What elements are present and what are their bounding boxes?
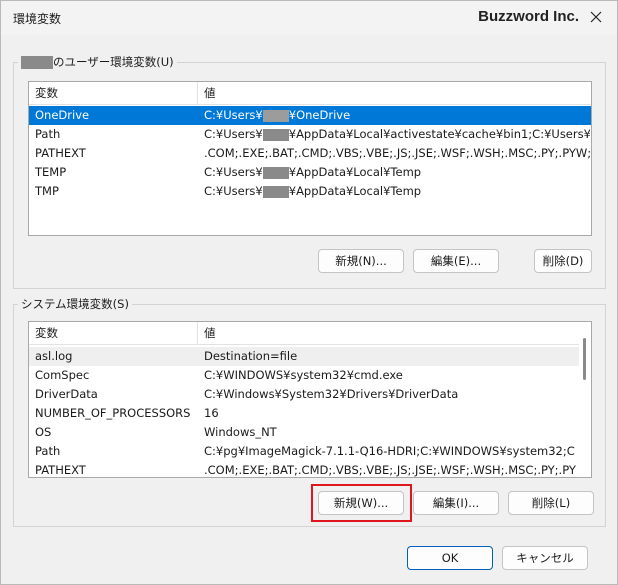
user-variables-label-text: のユーザー環境変数(U) xyxy=(53,55,174,69)
table-row[interactable]: TMP C:¥Users¥ ¥AppData¥Local¥Temp xyxy=(29,182,591,201)
variable-name: DriverData xyxy=(35,387,98,401)
variable-name: OneDrive xyxy=(35,108,90,122)
system-delete-button[interactable]: 削除(L) xyxy=(508,491,594,515)
table-row[interactable]: PATHEXT .COM;.EXE;.BAT;.CMD;.VBS;.VBE;.J… xyxy=(29,144,591,163)
redacted-username xyxy=(262,185,289,198)
ok-button[interactable]: OK xyxy=(407,546,493,570)
user-list-header: 変数 値 xyxy=(29,82,591,105)
variable-name: OS xyxy=(35,425,52,439)
system-variables-list[interactable]: 変数 値 asl.log Destination=file ComSpec C:… xyxy=(28,321,592,478)
column-header-variable[interactable]: 変数 xyxy=(29,322,197,344)
variable-name: TMP xyxy=(35,184,59,198)
variable-value: C:¥Users¥ ¥AppData¥Local¥Temp xyxy=(204,184,422,198)
column-header-value[interactable]: 値 xyxy=(198,82,578,104)
variable-value: Windows_NT xyxy=(204,425,277,439)
system-new-button[interactable]: 新規(W)... xyxy=(318,491,404,515)
table-row[interactable]: asl.log Destination=file xyxy=(29,347,579,366)
system-list-header: 変数 値 xyxy=(29,322,591,345)
scrollbar-thumb[interactable] xyxy=(583,338,586,380)
variable-value: Destination=file xyxy=(204,349,298,363)
user-delete-button[interactable]: 削除(D) xyxy=(534,249,592,273)
table-row[interactable]: DriverData C:¥Windows¥System32¥Drivers¥D… xyxy=(29,385,579,404)
redacted-username xyxy=(21,55,53,69)
variable-value: .COM;.EXE;.BAT;.CMD;.VBS;.VBE;.JS;.JSE;.… xyxy=(204,463,576,477)
table-row[interactable]: PATHEXT .COM;.EXE;.BAT;.CMD;.VBS;.VBE;.J… xyxy=(29,461,579,477)
redacted-username xyxy=(262,109,289,122)
redacted-username xyxy=(262,166,289,179)
column-header-variable[interactable]: 変数 xyxy=(29,82,197,104)
close-button[interactable] xyxy=(583,5,609,29)
user-variables-group-label: のユーザー環境変数(U) xyxy=(18,54,177,70)
user-new-button[interactable]: 新規(N)... xyxy=(318,249,404,273)
table-row[interactable]: OneDrive C:¥Users¥ ¥OneDrive xyxy=(29,106,591,125)
user-edit-button[interactable]: 編集(E)... xyxy=(413,249,499,273)
variable-name: PATHEXT xyxy=(35,463,86,477)
variable-value: C:¥Users¥ ¥AppData¥Local¥Temp xyxy=(204,165,422,179)
table-row[interactable]: NUMBER_OF_PROCESSORS 16 xyxy=(29,404,579,423)
user-variables-group: のユーザー環境変数(U) 変数 値 OneDrive C:¥Users¥ ¥One… xyxy=(13,54,606,289)
close-icon xyxy=(590,11,602,23)
table-row[interactable]: Path C:¥Users¥ ¥AppData¥Local¥activestate… xyxy=(29,125,591,144)
variable-value: .COM;.EXE;.BAT;.CMD;.VBS;.VBE;.JS;.JSE;.… xyxy=(204,146,590,160)
column-header-value[interactable]: 値 xyxy=(198,322,578,344)
system-list-scrollbar[interactable] xyxy=(579,322,591,477)
variable-value: C:¥Users¥ ¥AppData¥Local¥activestate¥cach… xyxy=(204,125,590,144)
brand-label: Buzzword Inc. xyxy=(478,8,579,25)
title-bar: 環境変数 Buzzword Inc. xyxy=(1,1,617,35)
variable-value: C:¥WINDOWS¥system32¥cmd.exe xyxy=(204,368,403,382)
table-row[interactable]: OS Windows_NT xyxy=(29,423,579,442)
variable-name: NUMBER_OF_PROCESSORS xyxy=(35,406,191,420)
variable-value: C:¥Windows¥System32¥Drivers¥DriverData xyxy=(204,387,459,401)
system-variables-group: システム環境変数(S) 変数 値 asl.log Destination=fil… xyxy=(13,296,606,527)
variable-name: Path xyxy=(35,127,61,141)
user-variables-list[interactable]: 変数 値 OneDrive C:¥Users¥ ¥OneDrive Path C:… xyxy=(28,81,592,236)
system-variables-group-label: システム環境変数(S) xyxy=(18,296,132,312)
variable-value: C:¥pg¥ImageMagick-7.1.1-Q16-HDRI;C:¥WIND… xyxy=(204,444,576,458)
environment-variables-dialog: 環境変数 Buzzword Inc. のユーザー環境変数(U) 変数 値 One… xyxy=(0,0,618,585)
variable-name: asl.log xyxy=(35,349,73,363)
table-row[interactable]: TEMP C:¥Users¥ ¥AppData¥Local¥Temp xyxy=(29,163,591,182)
redacted-username xyxy=(262,128,289,141)
table-row[interactable]: Path C:¥pg¥ImageMagick-7.1.1-Q16-HDRI;C:… xyxy=(29,442,579,461)
variable-name: Path xyxy=(35,444,61,458)
system-edit-button[interactable]: 編集(I)... xyxy=(413,491,499,515)
variable-name: PATHEXT xyxy=(35,146,86,160)
variable-name: TEMP xyxy=(35,165,67,179)
variable-value: 16 xyxy=(204,406,219,420)
variable-name: ComSpec xyxy=(35,368,90,382)
table-row[interactable]: ComSpec C:¥WINDOWS¥system32¥cmd.exe xyxy=(29,366,579,385)
variable-value: C:¥Users¥ ¥OneDrive xyxy=(204,108,351,122)
cancel-button[interactable]: キャンセル xyxy=(502,546,588,570)
window-title: 環境変数 xyxy=(13,12,62,26)
